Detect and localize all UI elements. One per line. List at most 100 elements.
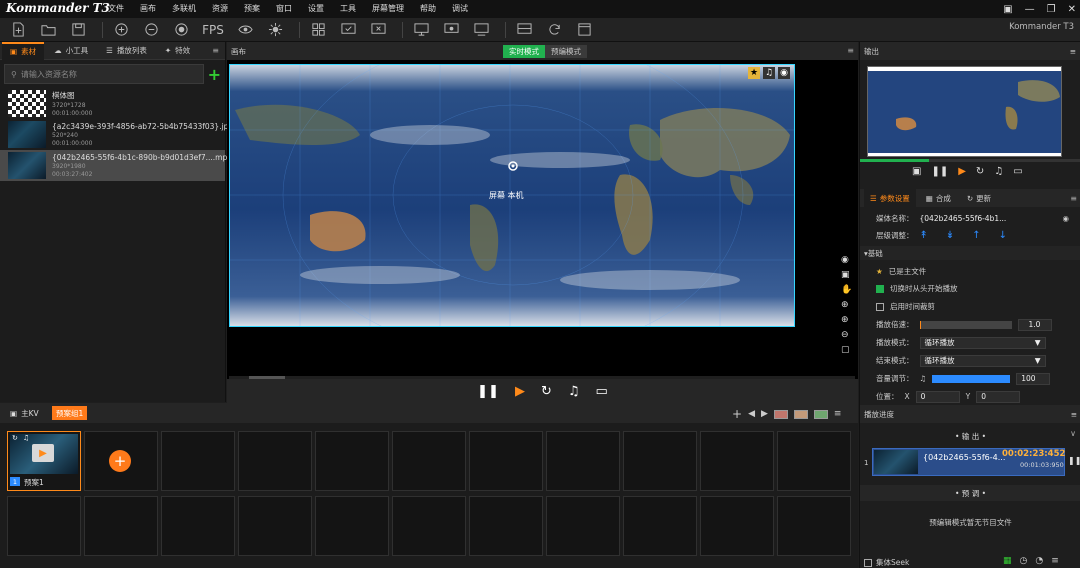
add-preset-button[interactable]: +: [109, 450, 131, 472]
list-item[interactable]: {042b2465-55f6-4b1c-890b-b9d01d3ef7....m…: [0, 150, 232, 181]
menu-preset[interactable]: 预案: [236, 0, 268, 18]
zoom-out-icon[interactable]: ⊖: [841, 330, 853, 340]
menu-tools[interactable]: 工具: [332, 0, 364, 18]
preset-cell-empty[interactable]: [238, 431, 312, 491]
preset-cell-empty[interactable]: [392, 496, 466, 556]
preset-cell-empty[interactable]: [777, 431, 851, 491]
search-input[interactable]: ⚲ 请输入资源名称: [4, 64, 204, 84]
time-crop-checkbox[interactable]: [876, 302, 884, 311]
tab-playlist[interactable]: ☰ 播放列表: [98, 42, 155, 60]
menu-settings[interactable]: 设置: [300, 0, 332, 18]
add-resource-button[interactable]: +: [208, 67, 221, 83]
target-icon[interactable]: ⊕: [841, 300, 853, 310]
minimize-icon[interactable]: —: [1025, 4, 1035, 15]
tab-params[interactable]: ☰ 参数设置: [864, 189, 916, 207]
sync-button[interactable]: [542, 19, 566, 41]
menu-canvas[interactable]: 画布: [132, 0, 164, 18]
menu-window[interactable]: 窗口: [268, 0, 300, 18]
preset-cell-empty[interactable]: [623, 496, 697, 556]
fullscreen-icon[interactable]: ▣: [912, 166, 921, 177]
color-swatch-tan[interactable]: [793, 409, 808, 419]
replay-icon[interactable]: ↻: [976, 166, 984, 177]
camera-icon[interactable]: ◉: [778, 67, 790, 79]
preset-cell-empty[interactable]: [469, 431, 543, 491]
zoom-in-icon[interactable]: ⊕: [841, 315, 853, 325]
close-icon[interactable]: ✕: [1068, 4, 1076, 15]
color-swatch-red[interactable]: [773, 409, 788, 419]
preset-cell-empty[interactable]: [238, 496, 312, 556]
preset-cell-empty[interactable]: [315, 496, 389, 556]
split-button[interactable]: [512, 19, 536, 41]
panel-menu-icon[interactable]: ≡: [1070, 194, 1077, 203]
menu-debug[interactable]: 调试: [444, 0, 476, 18]
restore-icon[interactable]: ❐: [1047, 4, 1056, 15]
volume-slider[interactable]: [932, 374, 1011, 383]
restart-row[interactable]: 切换时从头开始播放: [860, 280, 1080, 297]
seek-checkbox[interactable]: [864, 558, 872, 567]
preset-cell-empty[interactable]: [700, 496, 774, 556]
color-swatch-green[interactable]: [813, 409, 828, 419]
chevron-down-icon[interactable]: ∨: [1070, 429, 1076, 438]
pie-icon[interactable]: ◔: [1035, 556, 1043, 566]
zoom-in-button[interactable]: [109, 19, 133, 41]
crop-icon[interactable]: ▣: [841, 270, 853, 280]
preset-group-tab[interactable]: 预案组1: [52, 406, 88, 420]
preset-cell-empty[interactable]: [623, 431, 697, 491]
play-icon[interactable]: ▶: [958, 166, 966, 177]
menu-screen[interactable]: 屏幕管理: [364, 0, 412, 18]
monitor-icon[interactable]: ▭: [596, 384, 608, 399]
panel-menu-icon[interactable]: ≡: [1070, 47, 1076, 56]
clock-icon[interactable]: ◷: [1020, 556, 1028, 566]
menu-file[interactable]: 文件: [100, 0, 132, 18]
main-kv[interactable]: ▣ 主KV: [10, 408, 39, 419]
speed-slider[interactable]: [919, 320, 1012, 329]
play-icon[interactable]: ▶: [515, 384, 525, 399]
preset-cell-empty[interactable]: [777, 496, 851, 556]
add-icon[interactable]: +: [732, 407, 742, 421]
hand-icon[interactable]: ✋: [841, 285, 853, 295]
panel-menu-icon[interactable]: ≡: [212, 46, 219, 55]
preset-cell-empty[interactable]: [161, 496, 235, 556]
restart-checkbox[interactable]: [876, 284, 884, 293]
zoom-out-button[interactable]: [139, 19, 163, 41]
arrow-down-icon[interactable]: ↓: [999, 230, 1007, 241]
brightness-button[interactable]: [263, 19, 287, 41]
menu-icon[interactable]: ≡: [834, 409, 842, 419]
eye-icon[interactable]: ◉: [841, 255, 853, 265]
play-mode-select[interactable]: 循环播放 ▼: [919, 336, 1046, 349]
pause-icon[interactable]: ❚❚: [1068, 456, 1080, 465]
preset-cell-empty[interactable]: [315, 431, 389, 491]
section-basic[interactable]: ▾基础: [860, 246, 1080, 260]
menu-help[interactable]: 帮助: [412, 0, 444, 18]
volume-icon[interactable]: ♫: [994, 166, 1003, 177]
preset-cell-empty[interactable]: [546, 431, 620, 491]
tab-material[interactable]: ▣ 素材: [2, 41, 45, 60]
tab-widgets[interactable]: ☁ 小工具: [46, 42, 96, 60]
screen-close-button[interactable]: [366, 19, 390, 41]
menu-resource[interactable]: 资源: [204, 0, 236, 18]
save-button[interactable]: [66, 19, 90, 41]
new-file-button[interactable]: [6, 19, 30, 41]
record-button[interactable]: [169, 19, 193, 41]
panel-menu-icon[interactable]: ≡: [1071, 410, 1077, 419]
preset-cell-empty[interactable]: [546, 496, 620, 556]
live-mode-button[interactable]: 实时模式: [503, 45, 545, 58]
pause-icon[interactable]: ❚❚: [931, 166, 948, 177]
replay-icon[interactable]: ↻: [541, 384, 552, 399]
preset-cell-empty[interactable]: [700, 431, 774, 491]
eye-button[interactable]: [233, 19, 257, 41]
menu-multi[interactable]: 多联机: [164, 0, 204, 18]
pos-x-field[interactable]: 0: [915, 390, 960, 403]
list-item[interactable]: 棋体图 3720*1728 00:01:00:000: [0, 88, 225, 119]
tab-update[interactable]: ↻ 更新: [961, 189, 997, 207]
preset-cell-empty[interactable]: [469, 496, 543, 556]
display-button[interactable]: [409, 19, 433, 41]
preset-cell-empty[interactable]: [161, 431, 235, 491]
pos-y-field[interactable]: 0: [976, 390, 1021, 403]
preset-cell[interactable]: ▶ ↻ ♫ 1 预案1: [7, 431, 81, 491]
preview-mode-button[interactable]: 预编模式: [545, 45, 587, 58]
volume-field[interactable]: 100: [1016, 372, 1051, 385]
menu-icon[interactable]: ≡: [1051, 556, 1059, 566]
preset-cell-empty[interactable]: [392, 431, 466, 491]
time-crop-row[interactable]: 启用时间裁剪: [860, 298, 1080, 315]
